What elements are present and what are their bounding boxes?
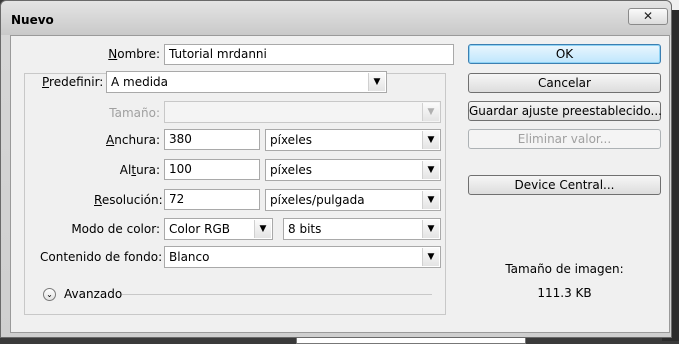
tamano-label: Tamaño: <box>109 106 160 120</box>
anchura-unit-select[interactable]: píxeles ▼ <box>265 129 441 151</box>
guardar-ajuste-button[interactable]: Guardar ajuste preestablecido... <box>468 101 662 121</box>
chevron-down-icon: ▼ <box>422 103 439 121</box>
anchura-field[interactable]: 380 <box>164 129 260 150</box>
cancelar-button[interactable]: Cancelar <box>468 73 661 93</box>
nombre-label: Nombre: <box>108 47 160 61</box>
chevron-down-icon: ▼ <box>422 131 439 149</box>
anchura-label: Anchura: <box>106 133 160 147</box>
window-title: Nuevo <box>11 13 54 27</box>
bits-select[interactable]: 8 bits ▼ <box>283 218 441 240</box>
image-size-value: 111.3 KB <box>537 286 592 300</box>
chevron-down-icon: ⌄ <box>46 290 53 299</box>
title-bar[interactable]: Nuevo ✕ <box>1 1 671 35</box>
chevron-down-icon: ▼ <box>254 220 271 238</box>
resolucion-unit-select[interactable]: píxeles/pulgada ▼ <box>265 189 441 211</box>
predefinir-select[interactable]: A medida ▼ <box>106 71 387 93</box>
modo-color-label: Modo de color: <box>71 222 160 236</box>
image-size-label: Tamaño de imagen: <box>505 262 624 276</box>
chevron-down-icon: ▼ <box>368 73 385 91</box>
chevron-down-icon: ▼ <box>422 161 439 179</box>
chevron-down-icon: ▼ <box>422 220 439 238</box>
eliminar-valor-button: Eliminar valor... <box>468 129 661 149</box>
modo-color-select[interactable]: Color RGB ▼ <box>164 218 273 240</box>
predefinir-label: Predefinir: <box>42 75 104 89</box>
chevron-down-icon: ▼ <box>422 248 439 266</box>
contenido-fondo-select[interactable]: Blanco ▼ <box>164 246 441 268</box>
avanzado-divider <box>122 294 432 295</box>
altura-unit-select[interactable]: píxeles ▼ <box>265 159 441 181</box>
altura-label: Altura: <box>119 163 160 177</box>
tamano-select: ▼ <box>164 101 441 123</box>
device-central-button[interactable]: Device Central... <box>468 175 661 195</box>
avanzado-toggle-button[interactable]: ⌄ <box>43 288 56 301</box>
predefinir-value: A medida <box>111 75 169 89</box>
close-icon: ✕ <box>642 9 654 23</box>
avanzado-label[interactable]: Avanzado <box>64 287 122 301</box>
nombre-field[interactable]: Tutorial mrdanni <box>164 44 454 65</box>
altura-field[interactable]: 100 <box>164 159 260 180</box>
ok-button[interactable]: OK <box>468 44 661 64</box>
resolucion-label: Resolución: <box>94 193 163 207</box>
resolucion-field[interactable]: 72 <box>164 189 260 210</box>
close-button[interactable]: ✕ <box>628 8 668 25</box>
contenido-fondo-label: Contenido de fondo: <box>40 250 163 264</box>
chevron-down-icon: ▼ <box>422 191 439 209</box>
